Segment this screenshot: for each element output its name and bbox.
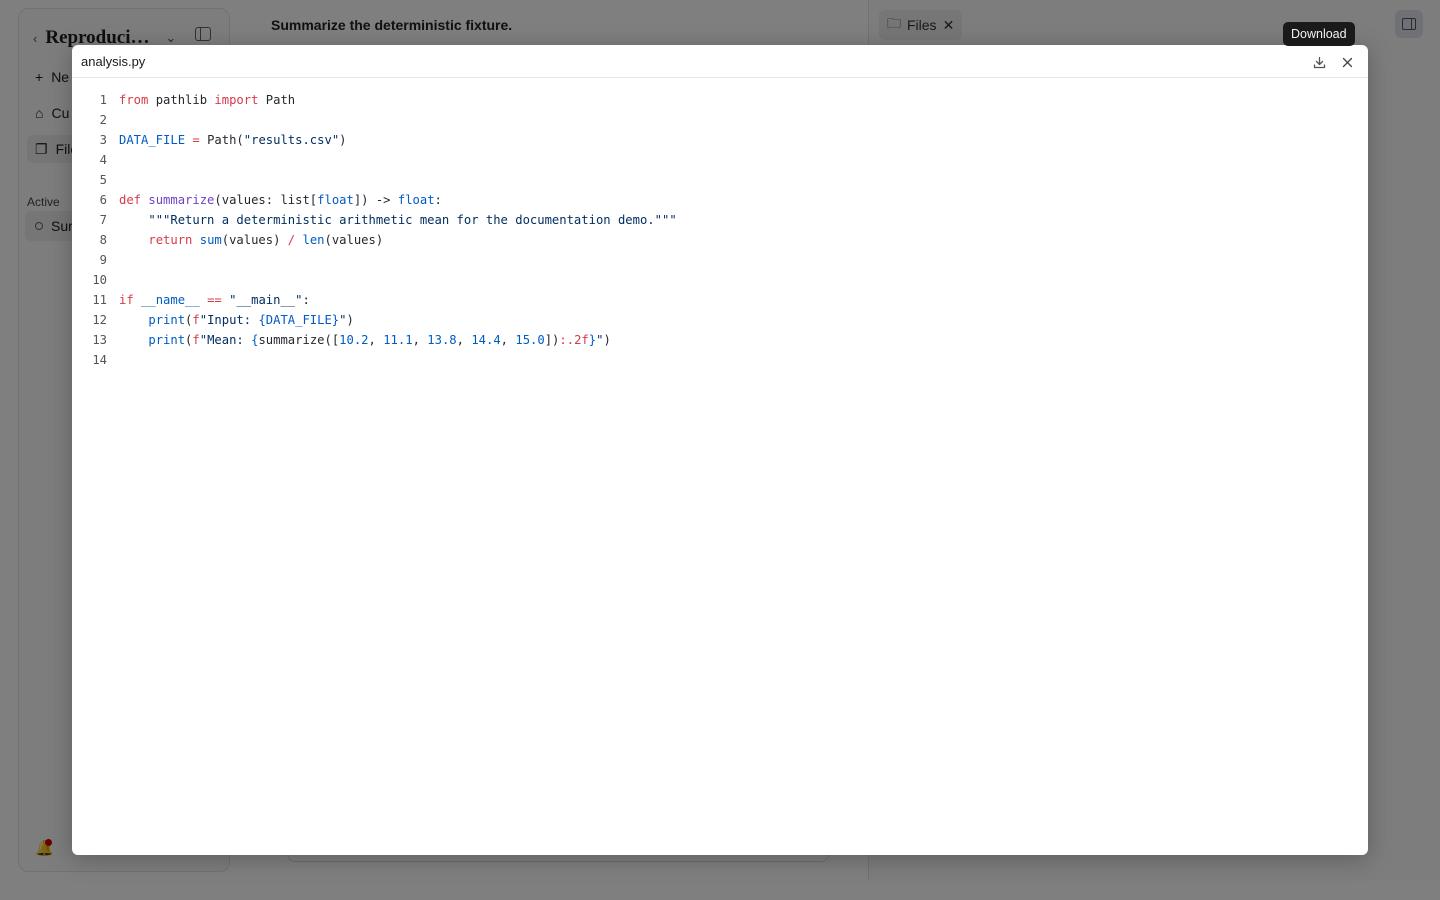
code-line: 4 — [72, 150, 1368, 170]
close-icon — [1342, 57, 1352, 67]
download-icon — [1313, 56, 1325, 68]
code-line: 9 — [72, 250, 1368, 270]
code-text: print(f"Input: {DATA_FILE}") — [148, 313, 354, 327]
line-number: 8 — [99, 233, 107, 247]
code-line: 13 print(f"Mean: {summarize([10.2, 11.1,… — [72, 330, 1368, 350]
line-number: 1 — [99, 93, 107, 107]
code-line: 7 """Return a deterministic arithmetic m… — [72, 210, 1368, 230]
code-line: 11 if __name__ == "__main__": — [72, 290, 1368, 310]
code-line: 12 print(f"Input: {DATA_FILE}") — [72, 310, 1368, 330]
line-number: 6 — [99, 193, 107, 207]
code-viewer[interactable]: 1 from pathlib import Path 2 3 DATA_FILE = P… — [72, 90, 1368, 370]
line-number: 7 — [99, 213, 107, 227]
code-text: """Return a deterministic arithmetic mea… — [148, 213, 677, 227]
download-tooltip: Download — [1283, 22, 1355, 46]
code-text: if __name__ == "__main__": — [119, 293, 310, 307]
code-text: from pathlib import Path — [119, 93, 296, 107]
modal-title: analysis.py — [81, 53, 146, 69]
line-number: 14 — [92, 353, 107, 367]
line-number: 11 — [92, 293, 107, 307]
code-line: 2 — [72, 110, 1368, 130]
download-button[interactable] — [1310, 53, 1328, 71]
line-number: 2 — [99, 113, 107, 127]
modal-header: analysis.py — [72, 45, 1368, 78]
close-button[interactable] — [1338, 53, 1356, 71]
file-preview-modal: analysis.py 1 from pathlib import Path 2 3 D… — [72, 45, 1368, 855]
line-number: 10 — [92, 273, 107, 287]
line-number: 12 — [92, 313, 107, 327]
line-number: 3 — [99, 133, 107, 147]
code-line: 1 from pathlib import Path — [72, 90, 1368, 110]
code-text: def summarize(values: list[float]) -> fl… — [119, 193, 442, 207]
code-text: return sum(values) / len(values) — [148, 233, 384, 247]
code-line: 3 DATA_FILE = Path("results.csv") — [72, 130, 1368, 150]
line-number: 4 — [99, 153, 107, 167]
code-line: 10 — [72, 270, 1368, 290]
code-line: 14 — [72, 350, 1368, 370]
code-line: 8 return sum(values) / len(values) — [72, 230, 1368, 250]
code-text: DATA_FILE = Path("results.csv") — [119, 133, 347, 147]
code-line: 6 def summarize(values: list[float]) -> f… — [72, 190, 1368, 210]
code-text: print(f"Mean: {summarize([10.2, 11.1, 13… — [148, 333, 611, 347]
line-number: 5 — [99, 173, 107, 187]
line-number: 9 — [99, 253, 107, 267]
code-line: 5 — [72, 170, 1368, 190]
line-number: 13 — [92, 333, 107, 347]
